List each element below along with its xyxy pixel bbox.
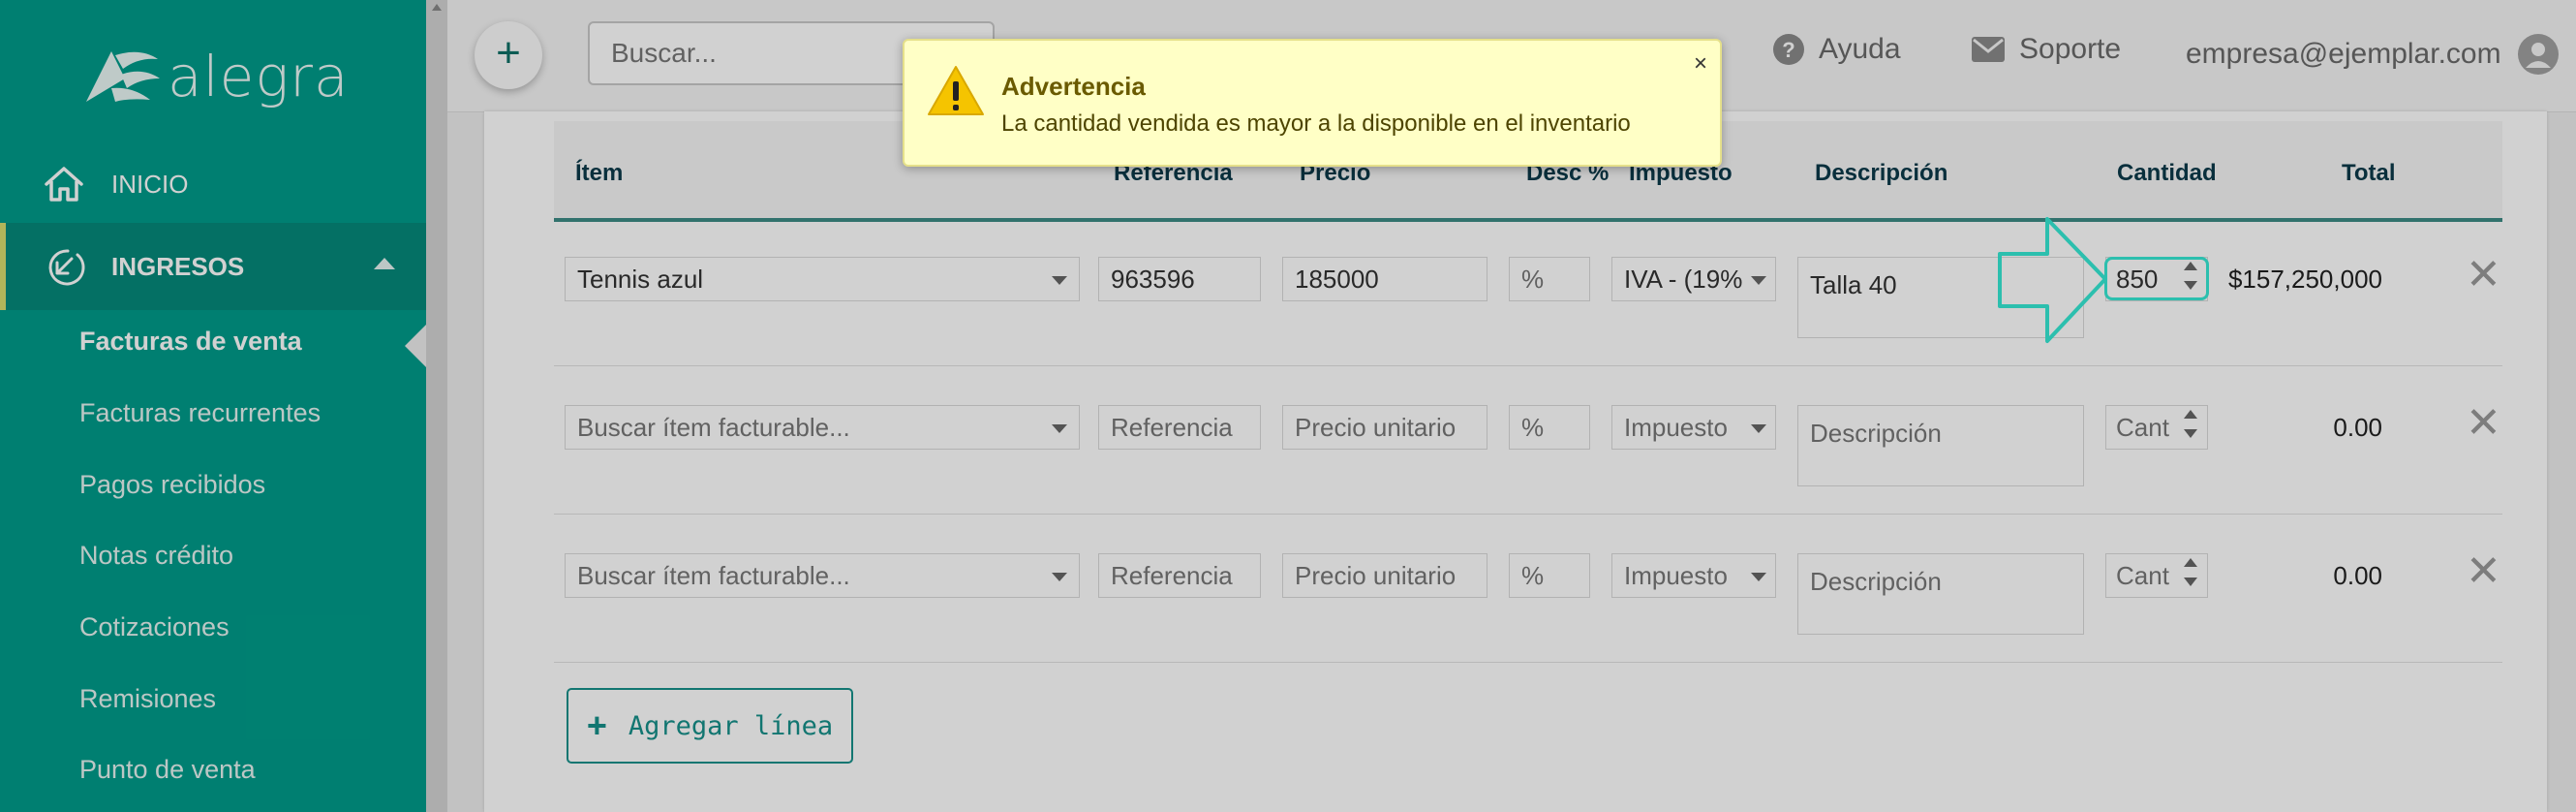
item-select[interactable]: Tennis azul: [565, 257, 1080, 301]
referencia-input[interactable]: Referencia: [1098, 553, 1261, 598]
item-placeholder: Buscar ítem facturable...: [577, 413, 850, 442]
delete-row-close-icon[interactable]: ✕: [2466, 250, 2501, 299]
row-total: $157,250,000: [2227, 265, 2382, 294]
quantity-stepper[interactable]: [2181, 556, 2200, 595]
chevron-down-icon: [1751, 573, 1766, 581]
item-value: Tennis azul: [577, 265, 704, 294]
alegra-logo[interactable]: alegra: [82, 44, 350, 109]
toast-title: Advertencia: [1001, 72, 1146, 101]
chevron-down-icon: [1751, 276, 1766, 285]
sidebar-item-notas-credito[interactable]: Notas crédito: [79, 541, 233, 571]
sidebar-item-facturas-recurrentes[interactable]: Facturas recurrentes: [79, 398, 321, 428]
incoming-arrow-icon: [48, 249, 85, 286]
alegra-logo-icon: [86, 51, 160, 102]
toast-close-icon[interactable]: ×: [1694, 50, 1707, 78]
chevron-down-icon: [1052, 424, 1067, 433]
item-select[interactable]: Buscar ítem facturable...: [565, 553, 1080, 598]
help-link[interactable]: ? Ayuda: [1772, 33, 1901, 66]
support-label: Soporte: [2019, 33, 2122, 65]
collapse-caret-icon[interactable]: [374, 258, 395, 269]
delete-row-close-icon[interactable]: ✕: [2466, 547, 2501, 596]
header-total: Total: [2342, 160, 2396, 186]
item-placeholder: Buscar ítem facturable...: [577, 561, 850, 590]
warning-icon: [928, 66, 984, 115]
chevron-down-icon: [1052, 573, 1067, 581]
desc-input[interactable]: %: [1509, 553, 1590, 598]
precio-input[interactable]: Precio unitario: [1282, 553, 1487, 598]
scroll-up-icon[interactable]: [432, 4, 442, 11]
sidebar-scrollbar[interactable]: [426, 0, 447, 812]
sidebar-item-cotizaciones[interactable]: Cotizaciones: [79, 612, 230, 642]
precio-input[interactable]: 185000: [1282, 257, 1487, 301]
descripcion-textarea[interactable]: Descripción: [1797, 405, 2084, 486]
plus-icon: +: [586, 705, 607, 745]
home-icon: [45, 167, 83, 202]
delete-row-close-icon[interactable]: ✕: [2466, 398, 2501, 448]
header-descripcion: Descripción: [1815, 160, 1948, 186]
nav-item-ingresos[interactable]: INGRESOS: [0, 223, 426, 310]
header-cantidad: Cantidad: [2117, 160, 2217, 186]
sidebar-item-remisiones[interactable]: Remisiones: [79, 684, 216, 714]
quantity-highlight: [2104, 257, 2209, 300]
sidebar-item-pagos-recibidos[interactable]: Pagos recibidos: [79, 470, 265, 500]
mail-icon: [1972, 37, 2005, 62]
impuesto-placeholder: Impuesto: [1624, 413, 1728, 442]
referencia-input[interactable]: Referencia: [1098, 405, 1261, 450]
header-item: Ítem: [575, 160, 624, 186]
nav-label-ingresos: INGRESOS: [111, 251, 245, 281]
referencia-input[interactable]: 963596: [1098, 257, 1261, 301]
impuesto-value: IVA - (19%: [1624, 265, 1743, 294]
help-icon: ?: [1773, 34, 1804, 65]
add-line-button[interactable]: + Agregar línea: [567, 688, 853, 764]
row-divider: [554, 662, 2502, 663]
warning-toast: Advertencia La cantidad vendida es mayor…: [903, 39, 1722, 167]
quantity-stepper[interactable]: [2181, 408, 2200, 447]
toast-message: La cantidad vendida es mayor a la dispon…: [1001, 110, 1631, 137]
active-indicator: [0, 223, 6, 310]
annotation-arrow-icon: [1998, 217, 2107, 343]
nav-label-inicio: INICIO: [111, 169, 189, 199]
user-menu[interactable]: empresa@ejemplar.com: [2186, 33, 2560, 76]
row-divider: [554, 514, 2502, 515]
row-total: 0.00: [2333, 413, 2382, 442]
item-select[interactable]: Buscar ítem facturable...: [565, 405, 1080, 450]
desc-input[interactable]: %: [1509, 257, 1590, 301]
desc-input[interactable]: %: [1509, 405, 1590, 450]
help-label: Ayuda: [1819, 33, 1901, 65]
active-pointer: [405, 325, 426, 367]
svg-text:?: ?: [1782, 38, 1794, 62]
logo-text: alegra: [168, 44, 350, 109]
add-line-label: Agregar línea: [628, 710, 834, 741]
avatar-icon: [2517, 34, 2559, 75]
support-link[interactable]: Soporte: [1971, 33, 2121, 66]
row-divider: [554, 365, 2502, 366]
sidebar-item-facturas-de-venta[interactable]: Facturas de venta: [79, 327, 302, 357]
chevron-down-icon: [1751, 424, 1766, 433]
chevron-down-icon: [1052, 276, 1067, 285]
row-total: 0.00: [2333, 561, 2382, 590]
sidebar: alegra INICIO INGRESOS Facturas de venta…: [0, 0, 426, 812]
impuesto-placeholder: Impuesto: [1624, 561, 1728, 590]
nav-item-inicio[interactable]: INICIO: [0, 155, 426, 213]
descripcion-textarea[interactable]: Descripción: [1797, 553, 2084, 635]
quick-add-button[interactable]: +: [475, 21, 542, 89]
precio-input[interactable]: Precio unitario: [1282, 405, 1487, 450]
user-email: empresa@ejemplar.com: [2186, 38, 2501, 70]
sidebar-item-punto-de-venta[interactable]: Punto de venta: [79, 755, 256, 785]
